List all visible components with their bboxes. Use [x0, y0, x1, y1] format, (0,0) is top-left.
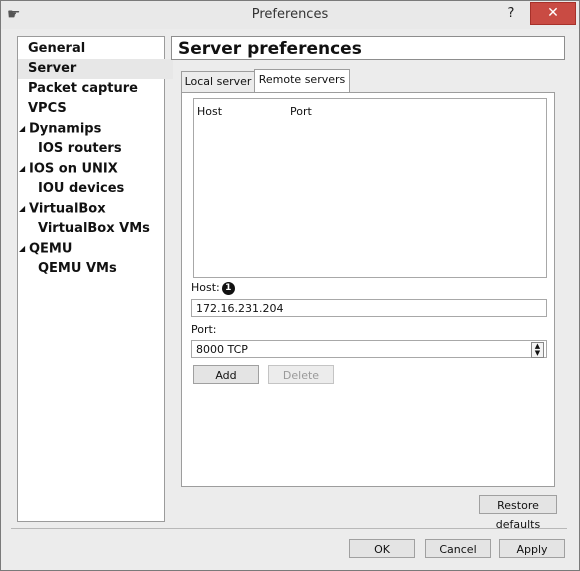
ok-button[interactable]: OK — [349, 539, 415, 558]
sidebar-item-qemu[interactable]: ◢ QEMU — [18, 239, 164, 259]
sidebar-item-general[interactable]: General — [18, 39, 173, 59]
server-table[interactable]: Host Port — [193, 98, 547, 278]
apply-button[interactable]: Apply — [499, 539, 565, 558]
delete-button: Delete — [268, 365, 334, 384]
port-stepper[interactable]: 8000 TCP ▲ ▼ — [191, 340, 547, 358]
title-bar[interactable]: ☛ Preferences ? ✕ — [1, 1, 579, 29]
tab-remote-servers[interactable]: Remote servers — [254, 69, 350, 93]
sidebar-item-virtualbox-vms[interactable]: VirtualBox VMs — [18, 219, 183, 239]
sidebar-item-packet-capture[interactable]: Packet capture — [18, 79, 173, 99]
window-title: Preferences — [251, 7, 329, 22]
page-title: Server preferences — [171, 36, 565, 60]
remote-servers-panel: Host Port Host: 1 172.16.231.204 Port: 80… — [181, 92, 555, 487]
expand-arrow-icon[interactable]: ◢ — [19, 199, 29, 219]
divider — [11, 528, 567, 529]
preferences-window: ☛ Preferences ? ✕ General Server Packet … — [0, 0, 580, 571]
restore-defaults-button[interactable]: Restore defaults — [479, 495, 557, 531]
port-label: Port: — [191, 323, 217, 336]
spin-arrows-icon[interactable]: ▲ ▼ — [531, 342, 544, 358]
sidebar-item-ios-routers[interactable]: IOS routers — [18, 139, 183, 159]
sidebar-item-vpcs[interactable]: VPCS — [18, 99, 173, 119]
sidebar-item-iou-devices[interactable]: IOU devices — [18, 179, 183, 199]
sidebar-item-server[interactable]: Server — [18, 59, 173, 79]
table-header-port[interactable]: Port — [290, 105, 312, 118]
host-label: Host: 1 — [191, 281, 235, 295]
tab-local-server[interactable]: Local server — [181, 71, 255, 92]
table-header-host[interactable]: Host — [197, 105, 222, 118]
callout-badge: 1 — [221, 281, 235, 295]
port-value: 8000 TCP — [196, 343, 248, 356]
close-button[interactable]: ✕ — [530, 2, 576, 25]
expand-arrow-icon[interactable]: ◢ — [19, 239, 29, 259]
sidebar-item-virtualbox[interactable]: ◢ VirtualBox — [18, 199, 164, 219]
preferences-sidebar: General Server Packet capture VPCS ◢ Dyna… — [17, 36, 173, 522]
sidebar-item-ios-on-unix[interactable]: ◢ IOS on UNIX — [18, 159, 164, 179]
sidebar-item-qemu-vms[interactable]: QEMU VMs — [18, 259, 183, 279]
host-field[interactable]: 172.16.231.204 — [191, 299, 547, 317]
cancel-button[interactable]: Cancel — [425, 539, 491, 558]
add-button[interactable]: Add — [193, 365, 259, 384]
sidebar-item-dynamips[interactable]: ◢ Dynamips — [18, 119, 164, 139]
expand-arrow-icon[interactable]: ◢ — [19, 159, 29, 179]
help-button[interactable]: ? — [497, 4, 525, 24]
expand-arrow-icon[interactable]: ◢ — [19, 119, 29, 139]
